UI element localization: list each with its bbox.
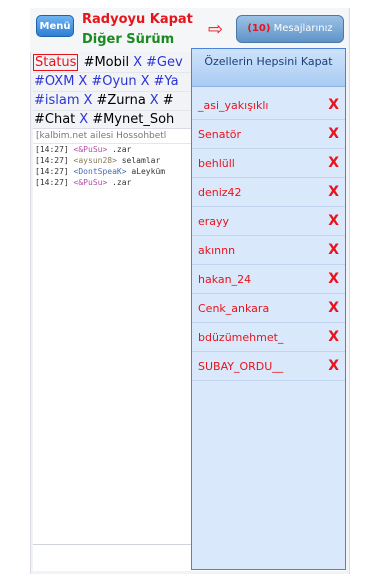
close-icon[interactable]: X — [328, 300, 339, 316]
pm-name[interactable]: behlüll — [198, 157, 235, 170]
tab-islam[interactable]: #islam — [33, 92, 81, 110]
tab-chat[interactable]: #Chat — [33, 111, 76, 129]
pm-item[interactable]: erayy X — [192, 207, 345, 236]
tab-row: #islam X #Zurna X # — [33, 92, 193, 111]
chat-line: [14:27] <&PuSu> .zar — [33, 144, 193, 155]
pm-name[interactable]: SUBAY_ORDU__ — [198, 360, 283, 373]
close-tab-icon[interactable]: X — [79, 112, 88, 127]
close-icon[interactable]: X — [328, 184, 339, 200]
pm-item[interactable]: akınnn X — [192, 236, 345, 265]
close-icon[interactable]: X — [328, 126, 339, 142]
close-tab-icon[interactable]: X — [84, 93, 93, 108]
chat-line: [14:27] <&PuSu> .zar — [33, 177, 193, 188]
close-tab-icon[interactable]: X — [133, 55, 142, 70]
chat-time: [14:27] — [35, 167, 69, 176]
chat-text: .zar — [112, 145, 132, 154]
close-icon[interactable]: X — [328, 271, 339, 287]
chat-nick[interactable]: <&PuSu> — [74, 178, 108, 187]
other-version-link[interactable]: Diğer Sürüm — [82, 32, 174, 47]
pm-item[interactable]: hakan_24 X — [192, 265, 345, 294]
chat-line: [14:27] <aysun28> selamlar — [33, 155, 193, 166]
chat-text: selamlar — [121, 156, 161, 165]
pm-name[interactable]: Cenk_ankara — [198, 302, 269, 315]
tab-mobil[interactable]: #Mobil — [83, 54, 131, 72]
chat-time: [14:27] — [35, 145, 69, 154]
chat-nick[interactable]: <DontSpeaK> — [74, 167, 127, 176]
close-tab-icon[interactable]: X — [78, 74, 87, 89]
channel-tabs: Status #Mobil X #Gev #OXM X #Oyun X #Ya #islam… — [33, 54, 193, 130]
tab-row: Status #Mobil X #Gev — [33, 54, 193, 73]
tab-oyun[interactable]: #Oyun — [90, 73, 137, 91]
chat-time: [14:27] — [35, 178, 69, 187]
pm-item[interactable]: _asi_yakışıklı X — [192, 91, 345, 120]
pm-item[interactable]: bdüzümehmet_ X — [192, 323, 345, 352]
messages-button[interactable]: (10) Mesajlarınız — [236, 15, 344, 43]
close-icon[interactable]: X — [328, 213, 339, 229]
tab-status[interactable]: Status — [33, 54, 79, 71]
pm-item[interactable]: behlüll X — [192, 149, 345, 178]
pm-name[interactable]: hakan_24 — [198, 273, 251, 286]
pm-name[interactable]: _asi_yakışıklı — [198, 99, 268, 112]
channel-topic: [kalbim.net ailesi Hossohbetl — [33, 129, 193, 144]
close-radio-link[interactable]: Radyoyu Kapat — [82, 12, 193, 27]
close-icon[interactable]: X — [328, 97, 339, 113]
close-icon[interactable]: X — [328, 358, 339, 374]
chat-nick[interactable]: <aysun28> — [74, 156, 117, 165]
tab-oxm[interactable]: #OXM — [33, 73, 75, 91]
pm-item[interactable]: SUBAY_ORDU__ X — [192, 352, 345, 381]
tab-row: #OXM X #Oyun X #Ya — [33, 73, 193, 92]
chat-nick[interactable]: <&PuSu> — [74, 145, 108, 154]
pm-item[interactable]: Cenk_ankara X — [192, 294, 345, 323]
messages-count: (10) — [247, 23, 271, 34]
chat-window[interactable]: [kalbim.net ailesi Hossohbetl [14:27] <&… — [33, 128, 193, 545]
tab-zurna[interactable]: #Zurna — [95, 92, 146, 110]
pm-name[interactable]: Senatör — [198, 128, 241, 141]
close-icon[interactable]: X — [328, 155, 339, 171]
tab-mynet-soh[interactable]: #Mynet_Soh — [91, 111, 175, 129]
private-message-list: _asi_yakışıklı X Senatör X behlüll X deniz4… — [192, 91, 345, 381]
pm-item[interactable]: deniz42 X — [192, 178, 345, 207]
chat-text: aLeyküm — [131, 167, 166, 176]
pm-name[interactable]: bdüzümehmet_ — [198, 331, 283, 344]
tab-hash[interactable]: # — [162, 92, 175, 110]
close-tab-icon[interactable]: X — [150, 93, 159, 108]
menu-button[interactable]: Menü — [36, 15, 74, 37]
tab-ya[interactable]: #Ya — [153, 73, 180, 91]
arrow-right-icon: ⇨ — [208, 19, 224, 40]
pm-item[interactable]: Senatör X — [192, 120, 345, 149]
private-messages-panel: Özellerin Hepsini Kapat _asi_yakışıklı X … — [191, 48, 346, 570]
pm-name[interactable]: akınnn — [198, 244, 235, 257]
messages-label: Mesajlarınız — [273, 23, 333, 34]
pm-name[interactable]: erayy — [198, 215, 229, 228]
pm-name[interactable]: deniz42 — [198, 186, 242, 199]
close-icon[interactable]: X — [328, 329, 339, 345]
chat-text: .zar — [112, 178, 132, 187]
close-icon[interactable]: X — [328, 242, 339, 258]
tab-gev[interactable]: #Gev — [145, 54, 184, 72]
close-tab-icon[interactable]: X — [141, 74, 150, 89]
close-all-privates-button[interactable]: Özellerin Hepsini Kapat — [192, 49, 345, 87]
chat-time: [14:27] — [35, 156, 69, 165]
chat-line: [14:27] <DontSpeaK> aLeyküm — [33, 166, 193, 177]
